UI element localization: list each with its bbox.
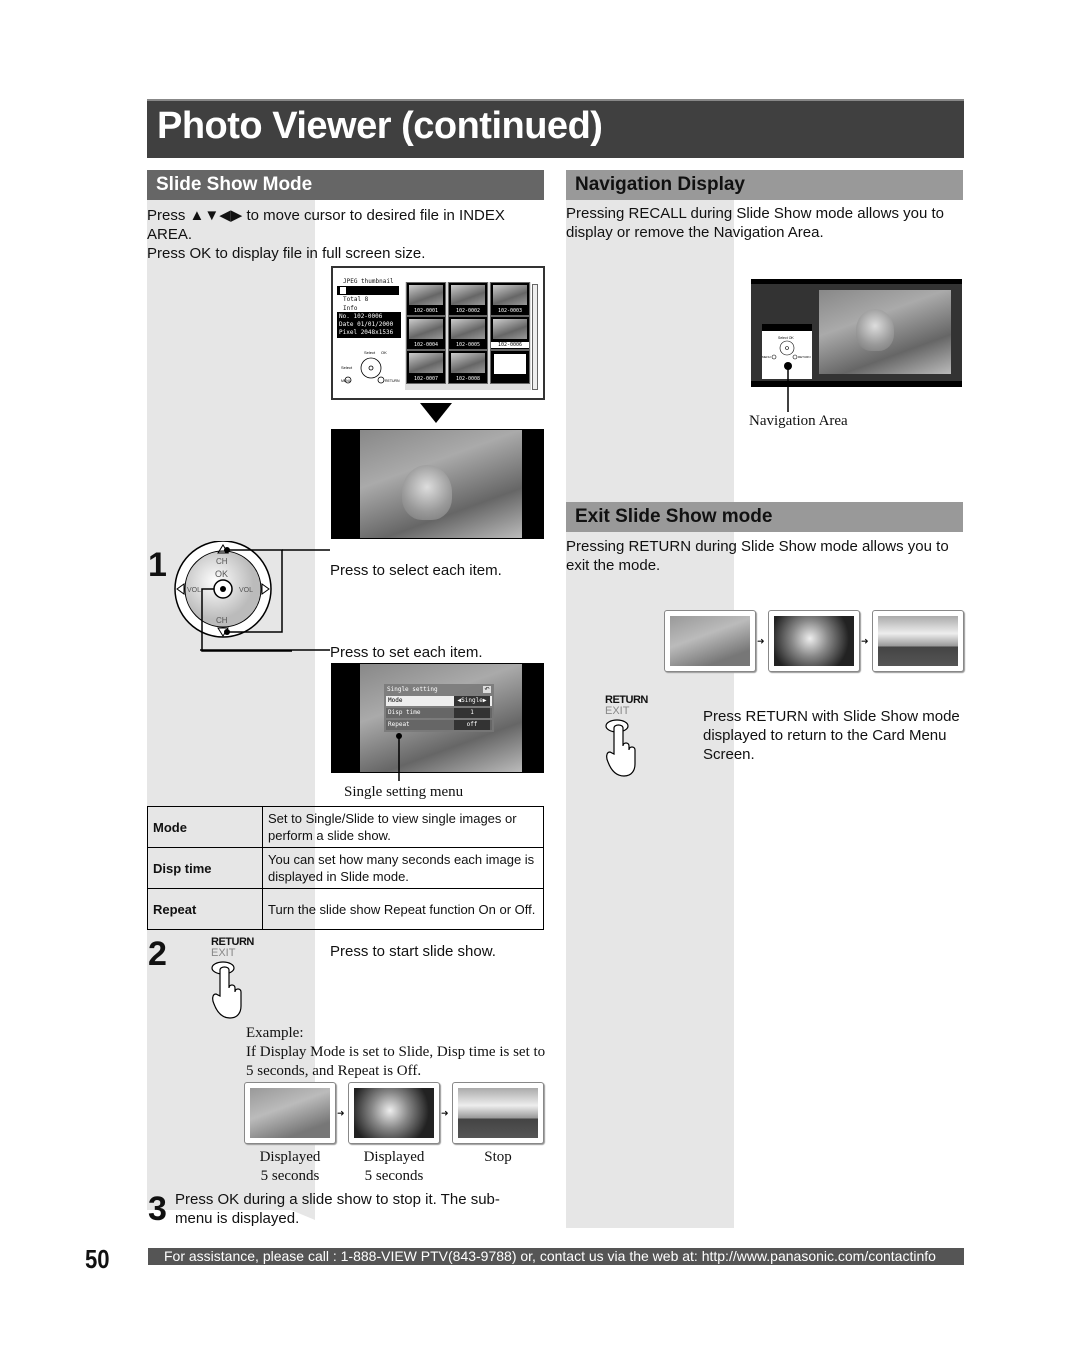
intro-line-1: Press ▲▼◀▶ to move cursor to desired fil… [147, 207, 505, 243]
info-panel: No. 102-0006 Date 01/01/2000 Pixel 2048x… [337, 312, 401, 338]
select-item-label: Press to select each item. [330, 562, 502, 579]
setting-description: Turn the slide show Repeat function On o… [262, 888, 544, 930]
slide-thumbnail [768, 610, 860, 672]
section-heading-navigation-display: Navigation Display [566, 170, 963, 200]
slide-thumbnail [348, 1082, 440, 1144]
svg-text:Select: Select [364, 350, 376, 355]
slide-caption: Displayed 5 seconds [363, 1149, 425, 1184]
svg-text:RETURN: RETURN [798, 355, 811, 359]
setting-name: Disp time [147, 847, 263, 889]
thumbnail-label: 102-0003 [497, 308, 523, 314]
fullscreen-photo [331, 429, 544, 539]
section-heading-slide-show: Slide Show Mode [147, 170, 544, 200]
slide-thumbnail [872, 610, 964, 672]
arrow-right-icon: ➜ [337, 1108, 345, 1118]
set-item-label: Press to set each item. [330, 644, 483, 661]
thumbnail-label: 102-0004 [413, 342, 439, 348]
thumbnail-item[interactable]: 102-0002 [448, 282, 488, 316]
example-text: Example: If Display Mode is set to Slide… [246, 1025, 546, 1079]
thumbnail-item[interactable]: 102-0006 [490, 316, 530, 350]
footer-assistance-text: For assistance, please call : 1-888-VIEW… [164, 1248, 936, 1264]
footer-bar: For assistance, please call : 1-888-VIEW… [148, 1248, 964, 1265]
slide-caption: Displayed 5 seconds [259, 1149, 321, 1184]
thumbnail-label: 102-0001 [413, 308, 439, 314]
info-label: Info [343, 305, 358, 312]
settings-table: Mode Set to Single/Slide to view single i… [147, 806, 544, 930]
menu-row-mode[interactable]: Mode ◀Single▶ [386, 696, 492, 706]
thumbnail-label: 102-0005 [455, 342, 481, 348]
setting-name: Repeat [147, 888, 263, 930]
step-number-3: 3 [148, 1190, 167, 1228]
setting-description: Set to Single/Slide to view single image… [262, 806, 544, 848]
thumbnail-header: JPEG thumbnail [343, 278, 394, 285]
total-count: Total 8 [343, 296, 369, 303]
start-slide-show-label: Press to start slide show. [330, 943, 496, 960]
step-number-2: 2 [148, 935, 167, 973]
svg-text:Select: Select [341, 365, 353, 370]
thumbnail-empty-slot[interactable] [490, 350, 530, 384]
thumbnail-item[interactable]: 102-0001 [406, 282, 446, 316]
slide-caption: Stop [484, 1149, 512, 1165]
return-exit-button-label: RETURN EXIT [211, 936, 254, 959]
slide-thumbnail [664, 610, 756, 672]
setting-description: You can set how many seconds each image … [262, 847, 544, 889]
arrow-right-icon: ➜ [757, 636, 765, 646]
thumbnail-item[interactable]: 102-0005 [448, 316, 488, 350]
navigation-dial-icon: Select OK Select MENU RETURN [341, 350, 400, 384]
menu-row-disp-time[interactable]: Disp time 1 [386, 708, 492, 718]
single-setting-caption: Single setting menu [344, 784, 464, 800]
svg-text:MENU: MENU [762, 355, 771, 359]
thumbnail-label: 102-0007 [413, 376, 439, 382]
thumbnail-item[interactable]: 102-0004 [406, 316, 446, 350]
down-arrow-icon [420, 403, 452, 423]
thumbnail-scrollbar[interactable] [532, 284, 538, 390]
back-icon[interactable]: ↶ [483, 686, 491, 693]
thumbnail-item[interactable]: 102-0003 [490, 282, 530, 316]
ch-up-label: CH [216, 557, 228, 566]
single-setting-menu: Single setting ↶ Mode ◀Single▶ Disp time 1 R… [384, 684, 494, 732]
ok-label: OK [215, 569, 228, 579]
svg-text:MENU: MENU [341, 379, 352, 383]
table-row: Repeat Turn the slide show Repeat functio… [147, 888, 544, 930]
exit-instruction: Press RETURN with Slide Show mode displa… [703, 708, 960, 763]
ch-down-label: CH [216, 616, 228, 625]
slide-thumbnail [452, 1082, 544, 1144]
exit-return-button-label: RETURN EXIT [605, 694, 648, 717]
navigation-screen: Select OK MENU RETURN [751, 279, 962, 387]
vol-left-label: VOL [187, 587, 201, 594]
menu-row-repeat[interactable]: Repeat off [386, 720, 492, 730]
hand-press-icon[interactable] [208, 960, 244, 1022]
thumbnail-item[interactable]: 102-0007 [406, 350, 446, 384]
navigation-area-caption: Navigation Area [749, 413, 848, 429]
slide-show-intro: Press ▲▼◀▶ to move cursor to desired fil… [147, 206, 542, 263]
section-heading-exit-slide-show: Exit Slide Show mode [566, 502, 963, 532]
step-number-1: 1 [148, 546, 167, 584]
thumbnail-label: 102-0008 [455, 376, 481, 382]
svg-text:RETURN: RETURN [385, 379, 400, 383]
folder-bar [337, 286, 399, 295]
remote-dial[interactable]: CH CH OK VOL VOL [172, 541, 292, 653]
thumbnail-label: 102-0002 [455, 308, 481, 314]
svg-text:OK: OK [381, 350, 387, 355]
intro-line-2: Press OK to display file in full screen … [147, 245, 426, 262]
step3-text: Press OK during a slide show to stop it.… [175, 1191, 500, 1227]
hand-press-icon[interactable] [602, 718, 638, 780]
page-title: Photo Viewer (continued) [157, 105, 603, 147]
thumbnail-item[interactable]: 102-0008 [448, 350, 488, 384]
page-title-bar: Photo Viewer (continued) [147, 99, 964, 158]
page-number: 50 [85, 1244, 110, 1274]
table-row: Disp time You can set how many seconds ea… [147, 847, 544, 889]
slide-thumbnail [244, 1082, 336, 1144]
svg-text:Select OK: Select OK [778, 336, 794, 340]
single-setting-screen: Single setting ↶ Mode ◀Single▶ Disp time 1 R… [331, 663, 544, 773]
vol-right-label: VOL [239, 587, 253, 594]
arrow-right-icon: ➜ [861, 636, 869, 646]
setting-name: Mode [147, 806, 263, 848]
navigation-display-text: Pressing RECALL during Slide Show mode a… [566, 205, 944, 241]
table-row: Mode Set to Single/Slide to view single i… [147, 806, 544, 848]
exit-slide-show-text: Pressing RETURN during Slide Show mode a… [566, 538, 949, 574]
thumbnail-label: 102-0006 [491, 342, 529, 348]
arrow-right-icon: ➜ [441, 1108, 449, 1118]
file-icon [340, 287, 346, 294]
